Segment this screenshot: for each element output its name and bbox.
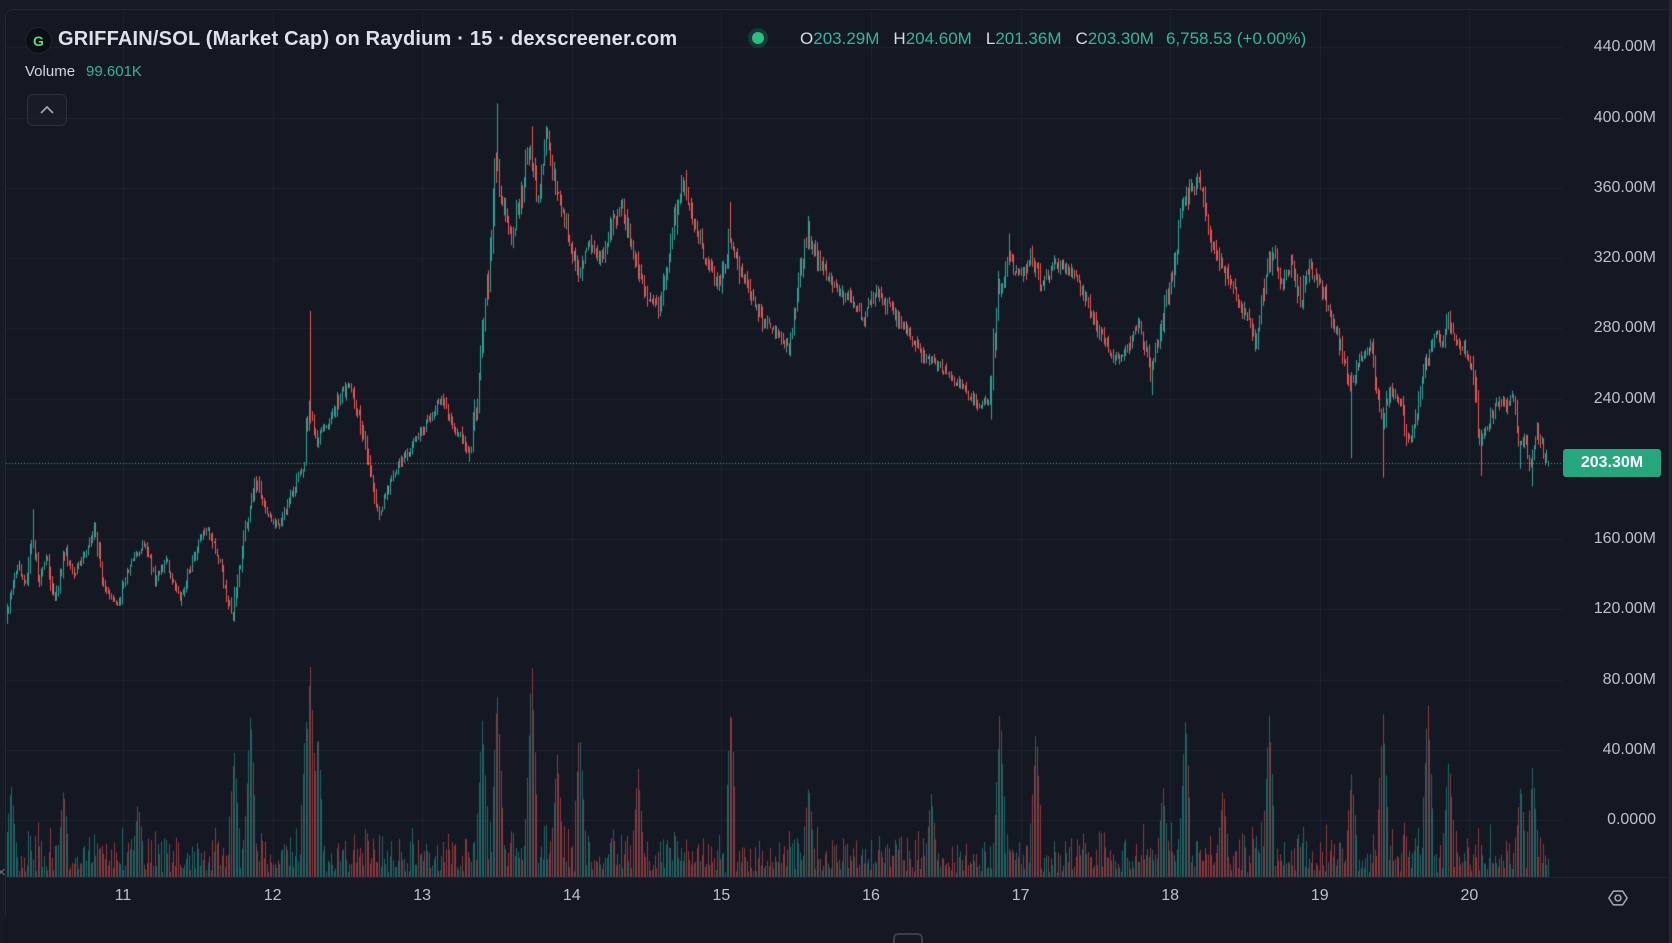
cropped-left-element: × (0, 864, 6, 881)
close-value: 203.30M (1088, 29, 1154, 49)
low-value: 201.36M (995, 29, 1061, 49)
time-tick: 11 (103, 887, 143, 905)
chart-canvas[interactable] (0, 0, 1672, 943)
price-tick: 400.00M (1594, 109, 1656, 127)
volume-label: Volume (25, 63, 75, 80)
time-tick: 19 (1300, 887, 1340, 905)
time-axis[interactable]: 11 12 13 14 15 16 17 18 19 20 (5, 877, 1672, 917)
chevron-up-icon (40, 106, 54, 114)
volume-legend: Volume 99.601K (25, 63, 142, 80)
change-value: 6,758.53 (+0.00%) (1166, 29, 1306, 49)
volume-value: 99.601K (86, 63, 142, 80)
price-tick: 40.00M (1603, 741, 1656, 759)
price-tick: 440.00M (1594, 38, 1656, 56)
high-value: 204.60M (906, 29, 972, 49)
time-tick: 17 (1001, 887, 1041, 905)
chart-title: GRIFFAIN/SOL (Market Cap) on Raydium · 1… (58, 28, 677, 51)
price-tick: 120.00M (1594, 600, 1656, 618)
token-logo: G (25, 27, 52, 54)
open-label: O (800, 29, 813, 49)
time-tick: 18 (1150, 887, 1190, 905)
price-axis[interactable]: 440.00M 400.00M 360.00M 320.00M 280.00M 240.0… (1563, 9, 1672, 877)
time-tick: 14 (552, 887, 592, 905)
high-label: H (893, 29, 905, 49)
time-tick: 13 (402, 887, 442, 905)
time-tick: 16 (851, 887, 891, 905)
time-tick: 15 (701, 887, 741, 905)
dexscreener-chart-page: G GRIFFAIN/SOL (Market Cap) on Raydium ·… (0, 0, 1672, 943)
price-tick: 0.0000 (1607, 811, 1656, 829)
time-tick: 20 (1449, 887, 1489, 905)
collapse-legend-button[interactable] (27, 94, 67, 126)
price-tick: 240.00M (1594, 390, 1656, 408)
open-value: 203.29M (813, 29, 879, 49)
bottom-toolbar-strip (5, 916, 1672, 943)
price-tick: 80.00M (1603, 671, 1656, 689)
last-price-badge: 203.30M (1563, 449, 1661, 477)
price-tick: 280.00M (1594, 319, 1656, 337)
price-tick: 320.00M (1594, 249, 1656, 267)
gear-icon (1607, 887, 1629, 909)
low-label: L (986, 29, 995, 49)
time-tick: 12 (253, 887, 293, 905)
axis-settings-button[interactable] (1603, 884, 1633, 912)
close-label: C (1076, 29, 1088, 49)
date-range-icon-partial[interactable] (893, 933, 923, 943)
price-tick: 160.00M (1594, 530, 1656, 548)
live-status-dot-icon (752, 32, 764, 44)
price-tick: 360.00M (1594, 179, 1656, 197)
ohlc-legend: O203.29M H204.60M L201.36M C203.30M 6,75… (800, 28, 1306, 50)
